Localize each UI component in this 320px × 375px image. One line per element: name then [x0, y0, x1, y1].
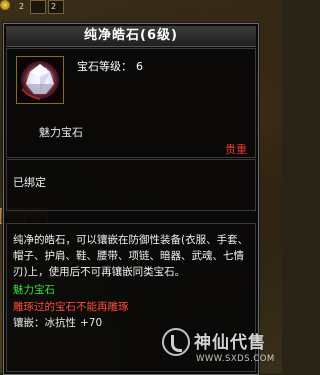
item-title: 纯净皓石(6级) [6, 26, 256, 47]
hud-slot-count: 2 [19, 2, 25, 11]
gem-icon [16, 56, 64, 104]
inlay-value: +70 [80, 317, 103, 329]
gem-type-line: 魅力宝石 [13, 284, 55, 296]
inlay-stat: 镶嵌：冰抗性 +70 [13, 315, 249, 332]
item-grade: 贵重 [225, 143, 247, 156]
item-tooltip: 纯净皓石(6级) 宝石等级： 6 魅力宝石 贵重 已绑定 纯净的皓石，可以镶嵌在… [3, 23, 259, 375]
hud-slot-count: 2 [51, 2, 57, 11]
gem-level-row: 宝石等级： 6 [77, 58, 147, 74]
gem-level-label: 宝石等级： [77, 60, 132, 73]
bind-status: 已绑定 [13, 176, 46, 189]
hud-slot[interactable] [30, 0, 46, 14]
gem-level-value: 6 [136, 60, 143, 73]
gem-subtitle: 魅力宝石 [39, 126, 83, 139]
hud-orb-icon [0, 0, 10, 10]
bind-section: 已绑定 [6, 159, 256, 211]
inlay-label: 镶嵌：冰抗性 [13, 317, 76, 329]
item-header-section: 宝石等级： 6 魅力宝石 贵重 [6, 48, 256, 158]
item-description-section: 纯净的皓石，可以镶嵌在防御性装备(衣服、手套、帽子、护肩、鞋、腰带、项链、暗器、… [6, 223, 256, 372]
carve-warning: 雕琢过的宝石不能再雕琢 [13, 301, 129, 313]
item-description: 纯净的皓石，可以镶嵌在防御性装备(衣服、手套、帽子、护肩、鞋、腰带、项链、暗器、… [13, 234, 249, 278]
